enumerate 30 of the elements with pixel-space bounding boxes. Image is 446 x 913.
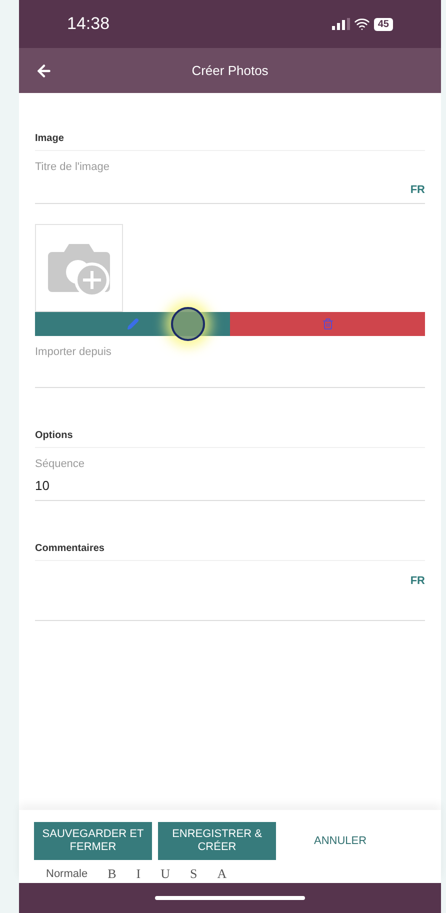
signal-icon bbox=[332, 18, 350, 30]
input-field[interactable]: 10 bbox=[35, 472, 425, 500]
delete-image-button[interactable] bbox=[230, 312, 425, 336]
trash-icon bbox=[322, 318, 334, 330]
field-label: Importer depuis bbox=[35, 344, 112, 360]
format-button[interactable]: S bbox=[190, 864, 198, 884]
input-field[interactable]: FR bbox=[35, 176, 425, 204]
format-button[interactable]: U bbox=[160, 864, 170, 884]
save-button[interactable]: SAUVEGARDER ET FERMER bbox=[34, 822, 152, 860]
section-title: Options bbox=[35, 428, 425, 448]
field-label: Titre de l'image bbox=[35, 160, 110, 175]
language-tag[interactable]: FR bbox=[410, 572, 425, 589]
section-title: Commentaires bbox=[35, 540, 425, 560]
save-button[interactable]: ENREGISTRER & CRÉER bbox=[158, 822, 276, 860]
format-button[interactable]: I bbox=[136, 864, 141, 884]
pencil-icon bbox=[126, 318, 138, 330]
page-title: Créer Photos bbox=[192, 62, 268, 80]
wifi-icon bbox=[354, 16, 370, 32]
back-button[interactable] bbox=[35, 62, 53, 80]
battery-icon: 45 bbox=[374, 18, 393, 30]
section-title: Image bbox=[35, 131, 425, 151]
format-button[interactable]: A bbox=[217, 864, 227, 884]
comment-field[interactable]: FR bbox=[35, 564, 425, 620]
touch-indicator bbox=[171, 306, 205, 340]
format-button[interactable]: B bbox=[108, 864, 116, 884]
style-dropdown[interactable]: Normale bbox=[46, 866, 88, 882]
language-tag[interactable]: FR bbox=[410, 182, 425, 198]
cancel-link[interactable]: ANNULER bbox=[282, 822, 399, 860]
status-time: 14:38 bbox=[67, 13, 110, 36]
field-label: Séquence bbox=[35, 457, 86, 472]
